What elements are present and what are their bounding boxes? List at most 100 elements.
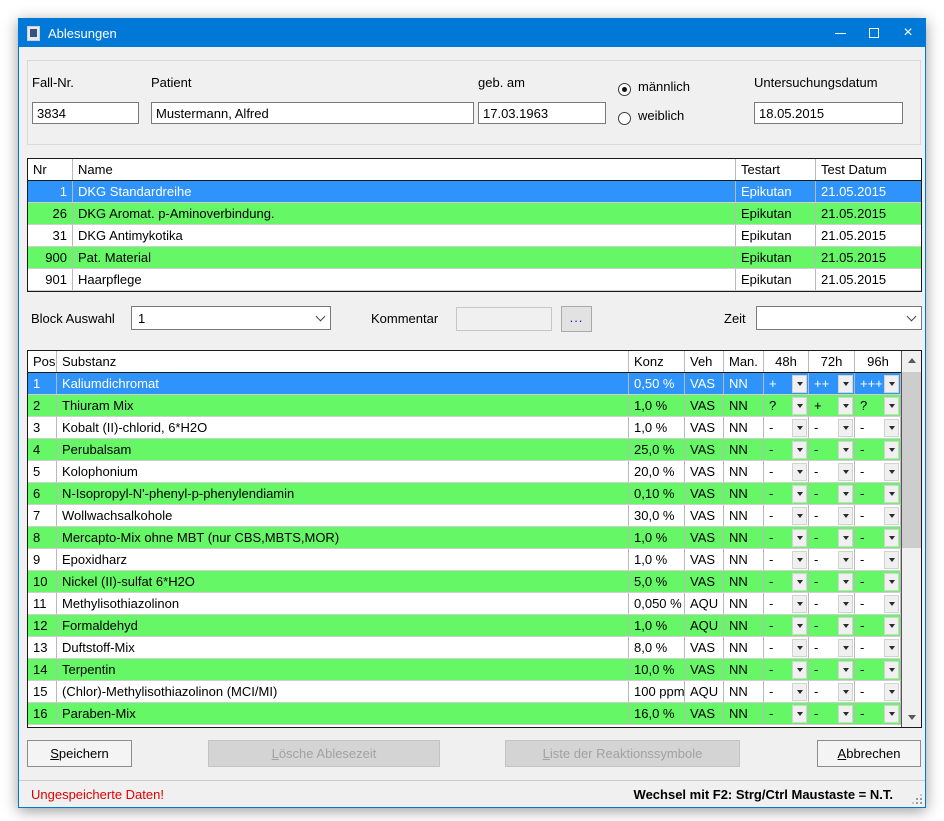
- reaction-dropdown-button[interactable]: [884, 661, 899, 679]
- table-row[interactable]: 16Paraben-Mix16,0 %VASNN---: [28, 703, 901, 725]
- reaction-dropdown-button[interactable]: [884, 375, 899, 393]
- gender-option-männlich[interactable]: männlich: [618, 79, 738, 100]
- reaction-dropdown-button[interactable]: [792, 595, 807, 613]
- reaction-dropdown-button[interactable]: [838, 529, 853, 547]
- scroll-down-button[interactable]: [902, 708, 921, 727]
- close-button[interactable]: ×: [891, 19, 925, 47]
- table-row[interactable]: 5Kolophonium20,0 %VASNN---: [28, 461, 901, 483]
- reaction-dropdown-button[interactable]: [884, 683, 899, 701]
- reaction-dropdown-button[interactable]: [792, 683, 807, 701]
- reaction-dropdown-button[interactable]: [838, 573, 853, 591]
- reaction-dropdown-button[interactable]: [884, 551, 899, 569]
- table-row[interactable]: 15(Chlor)-Methylisothiazolinon (MCI/MI)1…: [28, 681, 901, 703]
- table-row[interactable]: 6N-Isopropyl-N'-phenyl-p-phenylendiamin0…: [28, 483, 901, 505]
- reaction-dropdown-button[interactable]: [884, 485, 899, 503]
- table-row[interactable]: 31DKG AntimykotikaEpikutan21.05.2015: [28, 225, 921, 247]
- reaction-dropdown-button[interactable]: [838, 441, 853, 459]
- speichern-button[interactable]: Speichern: [27, 740, 132, 767]
- reaction-dropdown-button[interactable]: [838, 507, 853, 525]
- scrollbar-thumb[interactable]: [902, 372, 921, 548]
- liste-reaktionssymbole-button[interactable]: Liste der Reaktionssymbole: [505, 740, 740, 767]
- loesche-ablesezeit-button[interactable]: Lösche Ablesezeit: [208, 740, 440, 767]
- reaction-dropdown-button[interactable]: [838, 595, 853, 613]
- reaction-dropdown-button[interactable]: [792, 419, 807, 437]
- table-row[interactable]: 26DKG Aromat. p-Aminoverbindung.Epikutan…: [28, 203, 921, 225]
- reaction-dropdown-button[interactable]: [884, 397, 899, 415]
- reaction-dropdown-button[interactable]: [884, 463, 899, 481]
- table-row[interactable]: 9Epoxidharz1,0 %VASNN---: [28, 549, 901, 571]
- veh-cell: VAS: [685, 461, 724, 482]
- reaction-dropdown-button[interactable]: [838, 617, 853, 635]
- reaction-dropdown-button[interactable]: [838, 551, 853, 569]
- reaction-dropdown-button[interactable]: [838, 485, 853, 503]
- reaction-72h-cell: -: [809, 483, 855, 504]
- table-row[interactable]: 10Nickel (II)-sulfat 6*H2O5,0 %VASNN---: [28, 571, 901, 593]
- reaction-dropdown-button[interactable]: [884, 617, 899, 635]
- reaction-value: ?: [860, 395, 867, 416]
- reaction-dropdown-button[interactable]: [838, 683, 853, 701]
- table-row[interactable]: 14Terpentin10,0 %VASNN---: [28, 659, 901, 681]
- reaction-dropdown-button[interactable]: [792, 705, 807, 723]
- maximize-button[interactable]: [857, 19, 891, 47]
- table-row[interactable]: 2Thiuram Mix1,0 %VASNN?+?: [28, 395, 901, 417]
- reaction-dropdown-button[interactable]: [884, 507, 899, 525]
- geb-am-input[interactable]: [478, 102, 606, 124]
- table-row[interactable]: 1DKG StandardreiheEpikutan21.05.2015: [28, 181, 921, 203]
- reaction-dropdown-button[interactable]: [792, 507, 807, 525]
- reaction-dropdown-button[interactable]: [884, 441, 899, 459]
- patient-input[interactable]: [151, 102, 474, 124]
- table-row[interactable]: 1Kaliumdichromat0,50 %VASNN++++++: [28, 373, 901, 395]
- table-row[interactable]: 7Wollwachsalkohole30,0 %VASNN---: [28, 505, 901, 527]
- reaction-dropdown-button[interactable]: [792, 485, 807, 503]
- reaction-dropdown-button[interactable]: [838, 463, 853, 481]
- man-cell: NN: [724, 461, 764, 482]
- reaction-dropdown-button[interactable]: [838, 705, 853, 723]
- reaction-dropdown-button[interactable]: [792, 573, 807, 591]
- reaction-dropdown-button[interactable]: [884, 419, 899, 437]
- reaction-value: -: [769, 461, 773, 482]
- reaction-dropdown-button[interactable]: [792, 551, 807, 569]
- reaction-dropdown-button[interactable]: [792, 397, 807, 415]
- scroll-up-button[interactable]: [902, 351, 921, 370]
- reaction-dropdown-button[interactable]: [838, 661, 853, 679]
- reaction-dropdown-button[interactable]: [792, 661, 807, 679]
- table-row[interactable]: 901HaarpflegeEpikutan21.05.2015: [28, 269, 921, 291]
- table-row[interactable]: 8Mercapto-Mix ohne MBT (nur CBS,MBTS,MOR…: [28, 527, 901, 549]
- reaction-dropdown-button[interactable]: [792, 617, 807, 635]
- reaction-value: -: [860, 637, 864, 658]
- abbrechen-button[interactable]: Abbrechen: [817, 740, 921, 767]
- zeit-combobox[interactable]: [756, 306, 922, 330]
- konz-cell: 1,0 %: [629, 615, 685, 636]
- kommentar-input[interactable]: [456, 307, 552, 331]
- kommentar-more-button[interactable]: ...: [561, 306, 592, 332]
- table-row[interactable]: 11Methylisothiazolinon0,050 %AQUNN---: [28, 593, 901, 615]
- reaction-dropdown-button[interactable]: [792, 375, 807, 393]
- minimize-button[interactable]: [823, 19, 857, 47]
- reaction-dropdown-button[interactable]: [884, 639, 899, 657]
- reaction-dropdown-button[interactable]: [792, 463, 807, 481]
- reaction-dropdown-button[interactable]: [884, 529, 899, 547]
- table-row[interactable]: 12Formaldehyd1,0 %AQUNN---: [28, 615, 901, 637]
- reaction-dropdown-button[interactable]: [838, 639, 853, 657]
- block-auswahl-combobox[interactable]: 1: [131, 306, 331, 330]
- reaction-dropdown-button[interactable]: [792, 529, 807, 547]
- resize-grip-icon[interactable]: [912, 794, 922, 804]
- titlebar[interactable]: Ablesungen ×: [19, 19, 925, 47]
- reaction-dropdown-button[interactable]: [884, 705, 899, 723]
- substances-scrollbar[interactable]: [901, 351, 921, 727]
- reaction-dropdown-button[interactable]: [838, 375, 853, 393]
- reaction-dropdown-button[interactable]: [792, 441, 807, 459]
- table-row[interactable]: 13Duftstoff-Mix8,0 %VASNN---: [28, 637, 901, 659]
- table-row[interactable]: 3Kobalt (II)-chlorid, 6*H2O1,0 %VASNN---: [28, 417, 901, 439]
- reaction-dropdown-button[interactable]: [838, 397, 853, 415]
- reaction-dropdown-button[interactable]: [838, 419, 853, 437]
- reaction-dropdown-button[interactable]: [884, 573, 899, 591]
- untersuchungsdatum-input[interactable]: [754, 102, 903, 124]
- gender-option-weiblich[interactable]: weiblich: [618, 108, 738, 129]
- fall-nr-input[interactable]: [32, 102, 139, 124]
- reaction-dropdown-button[interactable]: [884, 595, 899, 613]
- table-row[interactable]: 900Pat. MaterialEpikutan21.05.2015: [28, 247, 921, 269]
- table-row[interactable]: 4Perubalsam25,0 %VASNN---: [28, 439, 901, 461]
- reaction-dropdown-button[interactable]: [792, 639, 807, 657]
- veh-cell: VAS: [685, 637, 724, 658]
